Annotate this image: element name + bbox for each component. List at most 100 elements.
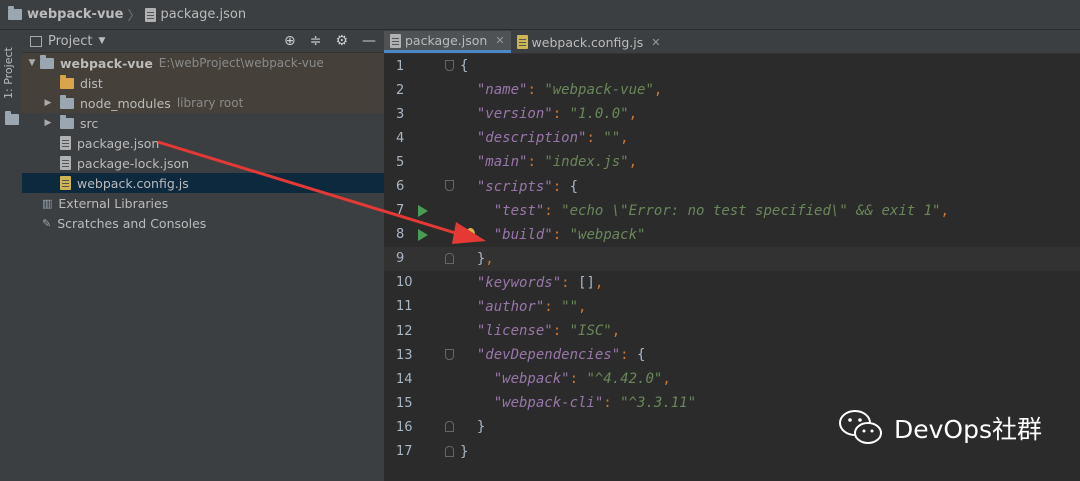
tree-item-src[interactable]: ▶ src — [22, 113, 384, 133]
collapse-icon[interactable]: ≑ — [310, 33, 322, 49]
project-toolbar: Project ▼ ⊕ ≑ ⚙ — — [22, 30, 384, 53]
tree-item-root[interactable]: ▼ webpack-vue E:\webProject\webpack-vue — [22, 53, 384, 73]
line-number: 13 — [396, 347, 413, 363]
tree-item-hint: library root — [176, 96, 244, 110]
project-icon — [30, 35, 42, 47]
gutter-markers — [418, 223, 460, 247]
line-number: 15 — [396, 395, 413, 411]
gutter-markers — [426, 319, 460, 343]
code-line[interactable]: 4 "description": "", — [384, 126, 1080, 150]
folder-icon — [60, 94, 74, 109]
code-text: } — [460, 443, 469, 460]
code-line[interactable]: 11 "author": "", — [384, 295, 1080, 319]
line-number: 3 — [396, 106, 405, 122]
gutter-markers — [426, 415, 460, 439]
code-line[interactable]: 3 "version": "1.0.0", — [384, 102, 1080, 126]
tree-item-dist[interactable]: dist — [22, 73, 384, 93]
tree-item-label: External Libraries — [58, 195, 169, 211]
tree-item-label: package.json — [77, 135, 160, 151]
code-text: "scripts": { — [476, 178, 579, 195]
fold-icon[interactable] — [445, 252, 454, 264]
code-text: "license": "ISC", — [476, 323, 621, 340]
project-view-selector[interactable]: Project ▼ — [30, 34, 105, 49]
tree-item-label: dist — [80, 75, 103, 91]
project-tool-tab[interactable]: 1: Project — [2, 38, 20, 108]
watermark: DevOps社群 — [838, 408, 1042, 448]
fold-icon[interactable] — [445, 445, 454, 457]
code-text: "keywords": [], — [476, 274, 604, 291]
fold-icon[interactable] — [445, 60, 454, 71]
code-line[interactable]: 5 "main": "index.js", — [384, 150, 1080, 174]
code-line[interactable]: 8 "build": "webpack" — [384, 223, 1080, 247]
code-line[interactable]: 10 "keywords": [], — [384, 271, 1080, 295]
breadcrumb-separator: 〉 — [127, 9, 141, 24]
lightbulb-icon[interactable] — [466, 227, 475, 240]
code-line[interactable]: 13 "devDependencies": { — [384, 343, 1080, 367]
gutter-markers — [426, 150, 460, 174]
hide-icon[interactable]: — — [362, 33, 376, 49]
code-line[interactable]: 9 }, — [384, 246, 1080, 271]
tree-item-package-json[interactable]: package.json — [22, 133, 384, 153]
scratch-icon: ✎ — [42, 216, 52, 230]
breadcrumb-file[interactable]: package.json — [144, 7, 247, 22]
close-icon[interactable]: ✕ — [651, 36, 660, 49]
tree-item-label: src — [80, 115, 99, 131]
gutter-markers — [418, 199, 460, 223]
code-text: } — [476, 419, 486, 436]
fold-icon[interactable] — [445, 421, 454, 433]
watermark-text: DevOps社群 — [894, 415, 1042, 444]
tree-item-external-libraries[interactable]: ▥ External Libraries — [22, 193, 384, 213]
code-text: "webpack-cli": "^3.3.11" — [493, 395, 697, 412]
collapsed-arrow-icon[interactable]: ▶ — [42, 118, 54, 128]
folder-icon — [8, 6, 22, 20]
collapsed-arrow-icon[interactable]: ▶ — [42, 98, 54, 108]
code-line[interactable]: 2 "name": "webpack-vue", — [384, 78, 1080, 102]
close-icon[interactable]: ✕ — [495, 34, 504, 47]
gutter-markers — [426, 78, 460, 102]
code-line[interactable]: 1{ — [384, 54, 1080, 78]
run-script-icon[interactable] — [418, 228, 428, 241]
line-number: 9 — [396, 251, 405, 267]
code-text: "test": "echo \"Error: no test specified… — [493, 202, 949, 219]
code-text: "devDependencies": { — [476, 347, 646, 364]
tree-item-webpack-config[interactable]: webpack.config.js — [22, 173, 384, 193]
gutter-markers — [426, 271, 460, 295]
line-number: 6 — [396, 179, 405, 195]
tree-item-node-modules[interactable]: ▶ node_modules library root — [22, 93, 384, 113]
tree-item-label: webpack-vue — [60, 55, 153, 71]
tab-webpack-config[interactable]: webpack.config.js ✕ — [511, 31, 667, 53]
line-number: 16 — [396, 419, 413, 435]
run-script-icon[interactable] — [418, 204, 428, 217]
line-number: 17 — [396, 444, 413, 460]
code-text: "name": "webpack-vue", — [476, 82, 663, 99]
code-text: "build": "webpack" — [493, 226, 646, 243]
locate-icon[interactable]: ⊕ — [284, 33, 296, 49]
code-line[interactable]: 12 "license": "ISC", — [384, 319, 1080, 343]
breadcrumb-file-label: package.json — [160, 7, 247, 22]
breadcrumb-project[interactable]: webpack-vue — [0, 6, 124, 22]
code-text: }, — [476, 250, 494, 267]
fold-icon[interactable] — [445, 349, 454, 361]
code-text: "webpack": "^4.42.0", — [493, 371, 671, 388]
gutter-markers — [426, 102, 460, 126]
tab-package-json[interactable]: package.json ✕ — [384, 31, 511, 53]
fold-icon[interactable] — [445, 180, 454, 192]
line-number: 14 — [396, 371, 413, 387]
code-line[interactable]: 7 "test": "echo \"Error: no test specifi… — [384, 199, 1080, 223]
tool-window-strip: 1: Project — [0, 30, 23, 481]
code-line[interactable]: 14 "webpack": "^4.42.0", — [384, 367, 1080, 391]
tree-item-package-lock-json[interactable]: package-lock.json — [22, 153, 384, 173]
code-line[interactable]: 6 "scripts": { — [384, 174, 1080, 198]
tab-label: webpack.config.js — [531, 34, 644, 50]
json-file-icon — [144, 7, 156, 22]
expanded-arrow-icon[interactable]: ▼ — [26, 58, 38, 68]
line-number: 5 — [396, 154, 405, 170]
gear-icon[interactable]: ⚙ — [335, 33, 348, 49]
code-text: "author": "", — [476, 298, 587, 315]
tree-item-scratches[interactable]: ✎ Scratches and Consoles — [22, 213, 384, 233]
gutter-markers — [426, 174, 460, 198]
code-area[interactable]: 1{2 "name": "webpack-vue", 3 "version": "… — [384, 54, 1080, 464]
code-text: "description": "", — [476, 130, 629, 147]
gutter-markers — [426, 54, 460, 78]
library-icon: ▥ — [42, 196, 53, 210]
